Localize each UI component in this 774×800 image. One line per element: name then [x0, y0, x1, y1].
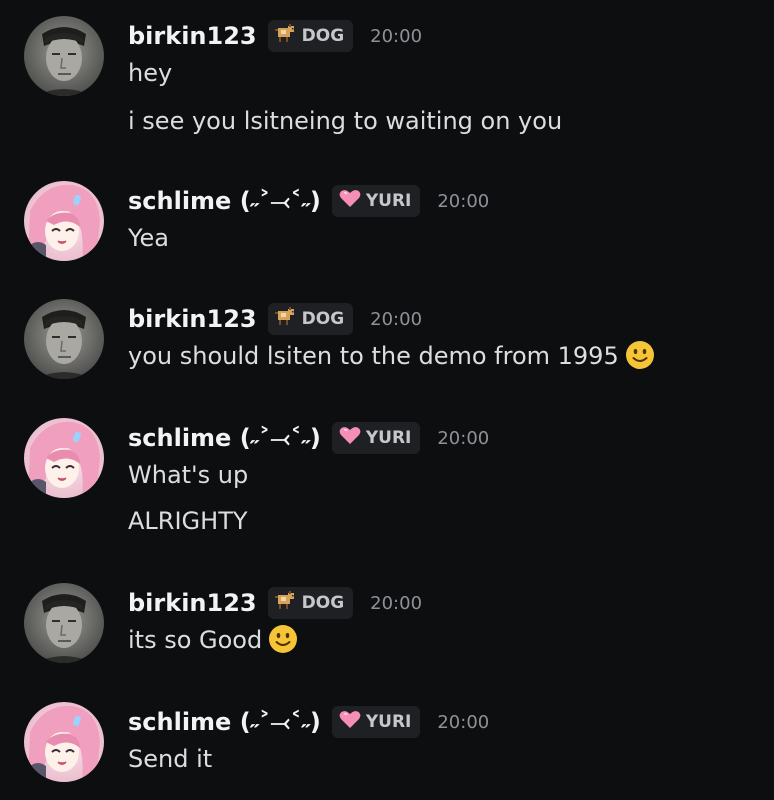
timestamp[interactable]: 20:00	[437, 428, 489, 449]
role-tag-label: YURI	[365, 191, 412, 211]
role-tag[interactable]: YURI	[331, 422, 421, 454]
message-text: Send it	[128, 745, 213, 773]
role-tag-label: YURI	[365, 712, 412, 732]
message-text: hey	[128, 59, 173, 87]
dog-icon	[274, 306, 297, 332]
avatar[interactable]	[24, 418, 104, 498]
message-list: birkin123 DOG 20:00 hey i see you lsitne…	[0, 0, 774, 800]
dog-icon	[274, 23, 297, 49]
role-tag[interactable]: YURI	[331, 706, 421, 738]
username[interactable]: birkin123	[128, 305, 257, 333]
role-tag[interactable]: YURI	[331, 185, 421, 217]
timestamp[interactable]: 20:00	[437, 191, 489, 212]
dog-icon	[274, 590, 297, 616]
slightly-smiling-face-emoji-icon[interactable]	[268, 624, 298, 663]
avatar[interactable]	[24, 299, 104, 379]
message-text: you should lsiten to the demo from 1995	[128, 339, 764, 379]
pink-heart-icon	[339, 426, 361, 451]
timestamp[interactable]: 20:00	[370, 309, 422, 330]
pink-heart-icon	[339, 710, 361, 735]
role-tag-label: DOG	[301, 593, 345, 613]
message-text-content: its so Good	[128, 626, 263, 654]
role-tag[interactable]: DOG	[267, 587, 354, 619]
pink-heart-icon	[339, 189, 361, 214]
role-tag-label: YURI	[365, 428, 412, 448]
username[interactable]: schlime (˶˃⤙˂˶)	[128, 187, 321, 216]
timestamp[interactable]: 20:00	[370, 593, 422, 614]
avatar[interactable]	[24, 16, 104, 96]
message-text: its so Good	[128, 623, 764, 663]
role-tag[interactable]: DOG	[267, 303, 354, 335]
role-tag-label: DOG	[301, 26, 345, 46]
timestamp[interactable]: 20:00	[437, 712, 489, 733]
slightly-smiling-face-emoji-icon[interactable]	[625, 340, 655, 379]
message-text: ALRIGHTY	[128, 507, 248, 535]
message-text: Yea	[128, 224, 169, 252]
avatar[interactable]	[24, 181, 104, 261]
role-tag[interactable]: DOG	[267, 20, 354, 52]
username[interactable]: birkin123	[128, 589, 257, 617]
username[interactable]: schlime (˶˃⤙˂˶)	[128, 708, 321, 737]
avatar[interactable]	[24, 702, 104, 782]
role-tag-label: DOG	[301, 309, 345, 329]
username[interactable]: birkin123	[128, 22, 257, 50]
avatar[interactable]	[24, 583, 104, 663]
username[interactable]: schlime (˶˃⤙˂˶)	[128, 424, 321, 453]
timestamp[interactable]: 20:00	[370, 26, 422, 47]
message-text: i see you lsitneing to waiting on you	[128, 107, 563, 135]
message-text: What's up	[128, 461, 249, 489]
message-text-content: you should lsiten to the demo from 1995	[128, 342, 619, 370]
